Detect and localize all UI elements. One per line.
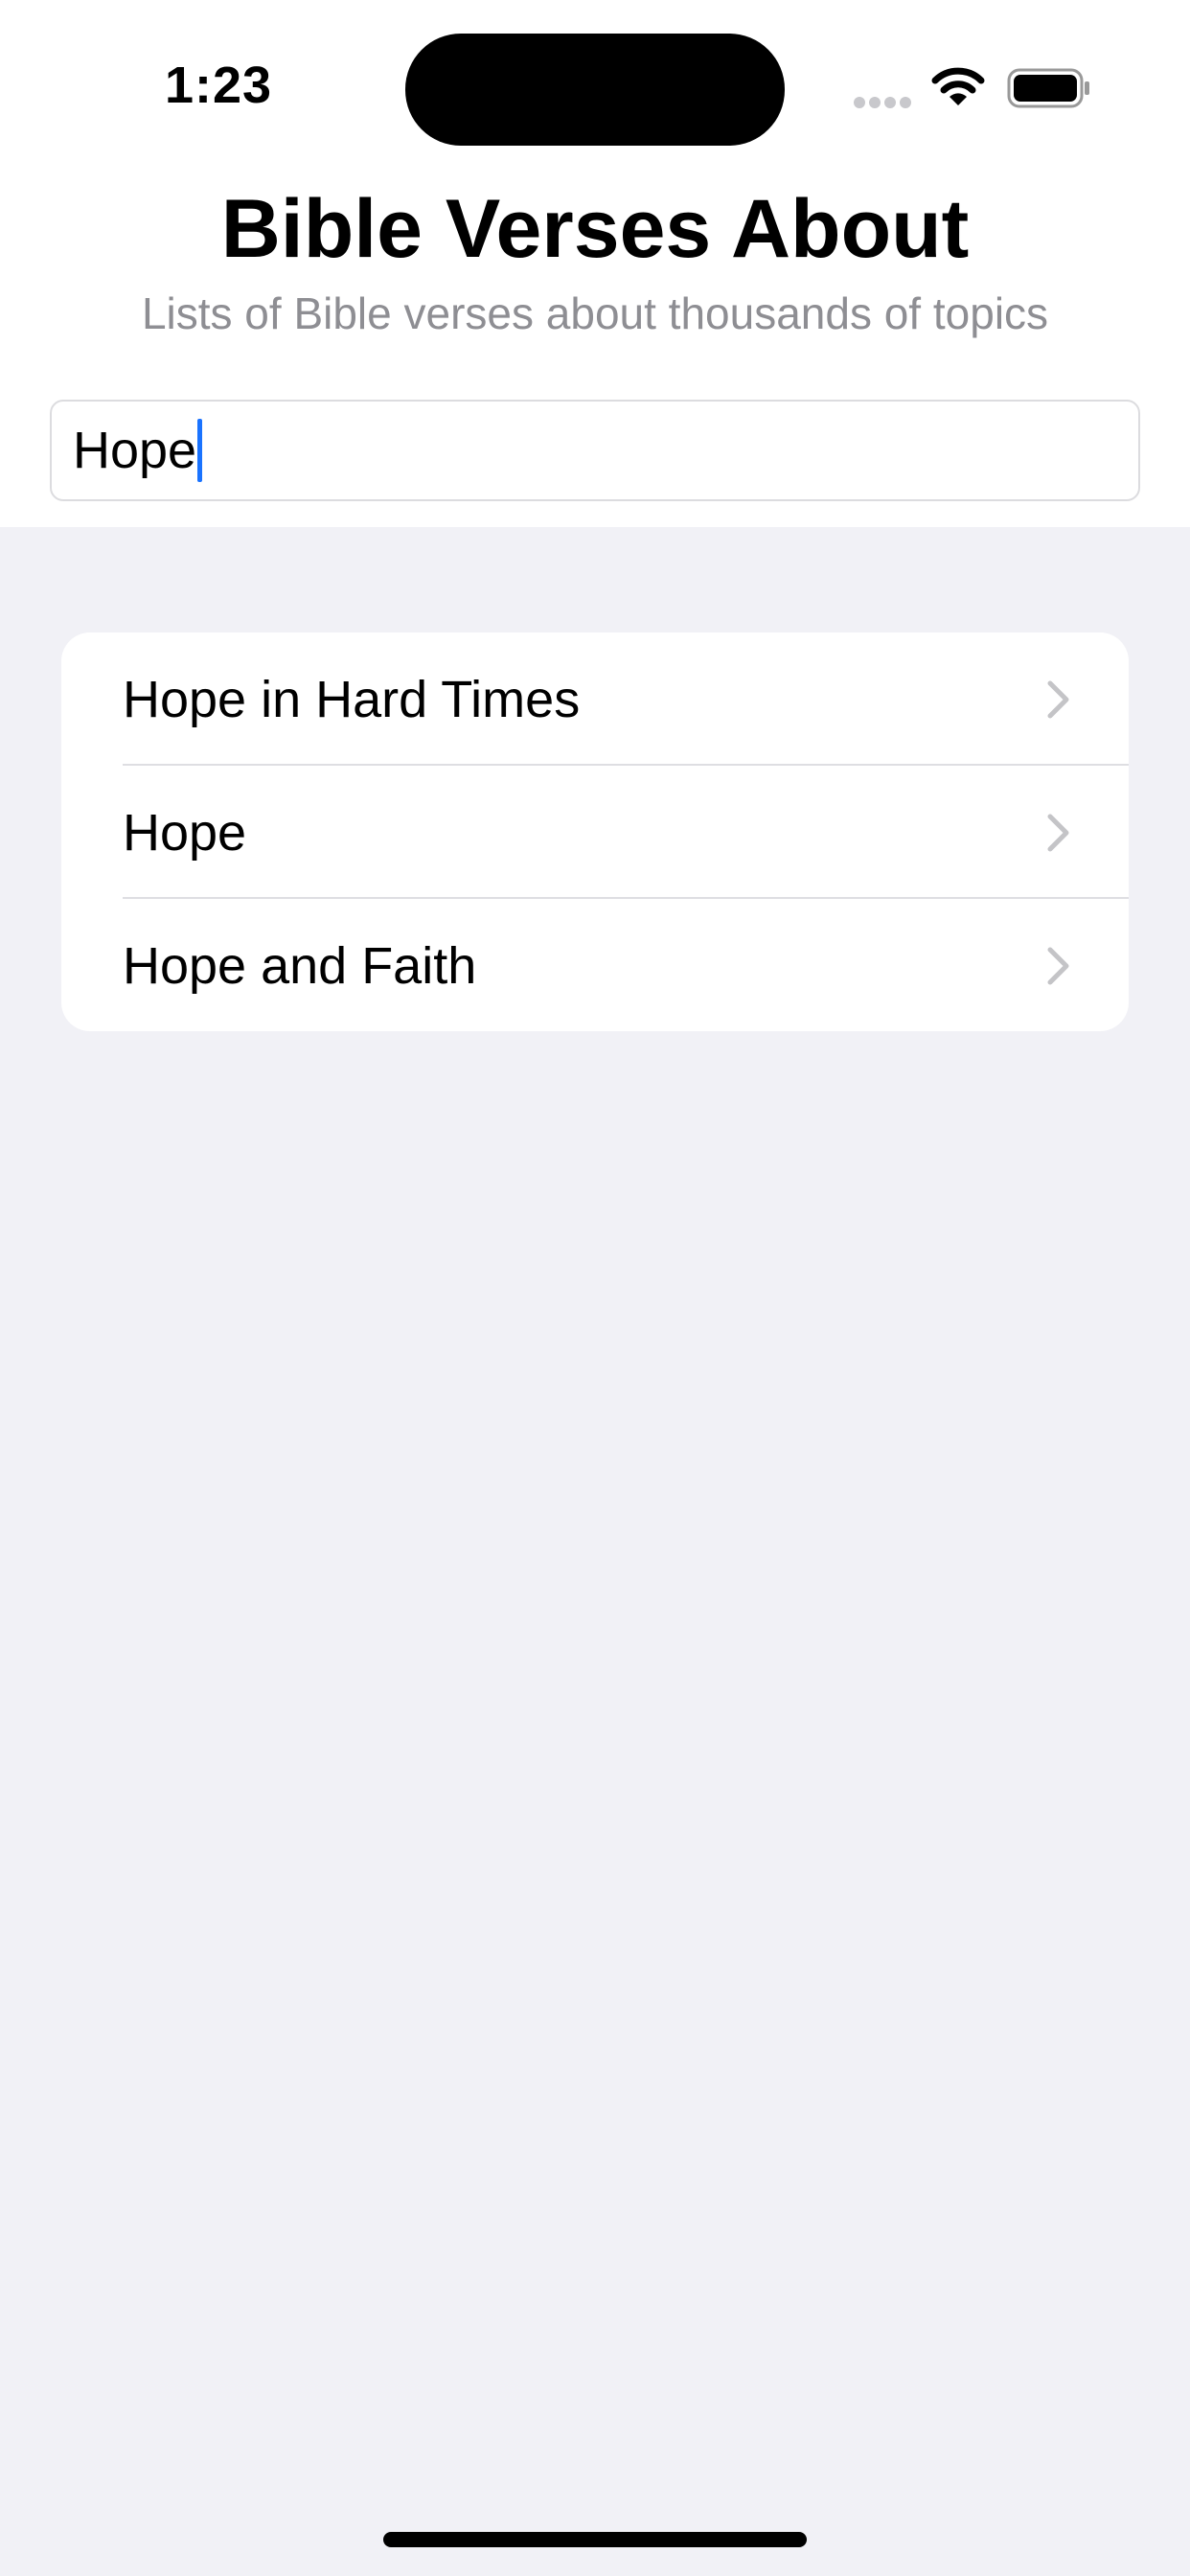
search-input-value: Hope — [73, 422, 197, 479]
list-item[interactable]: Hope and Faith — [61, 899, 1129, 1031]
list-item-label: Hope in Hard Times — [123, 670, 581, 728]
chevron-right-icon — [1047, 947, 1069, 984]
battery-icon — [1007, 68, 1089, 108]
list-item[interactable]: Hope in Hard Times — [61, 632, 1129, 766]
signal-dots-icon — [854, 97, 911, 108]
list-item[interactable]: Hope — [61, 766, 1129, 899]
results-list: Hope in Hard Times Hope Hope and Faith — [61, 632, 1129, 1031]
search-input[interactable]: Hope — [50, 400, 1140, 501]
header-area: 1:23 Bible Verses About Lists of Bible v… — [0, 0, 1190, 527]
dynamic-island — [405, 34, 785, 146]
home-indicator[interactable] — [383, 2532, 807, 2547]
text-caret — [197, 419, 203, 482]
chevron-right-icon — [1047, 814, 1069, 851]
list-item-label: Hope and Faith — [123, 936, 477, 995]
list-item-label: Hope — [123, 803, 247, 862]
page-subtitle: Lists of Bible verses about thousands of… — [141, 288, 1049, 338]
status-time: 1:23 — [165, 57, 273, 114]
chevron-right-icon — [1047, 680, 1069, 718]
page-title: Bible Verses About — [220, 183, 970, 275]
wifi-icon — [931, 67, 985, 105]
